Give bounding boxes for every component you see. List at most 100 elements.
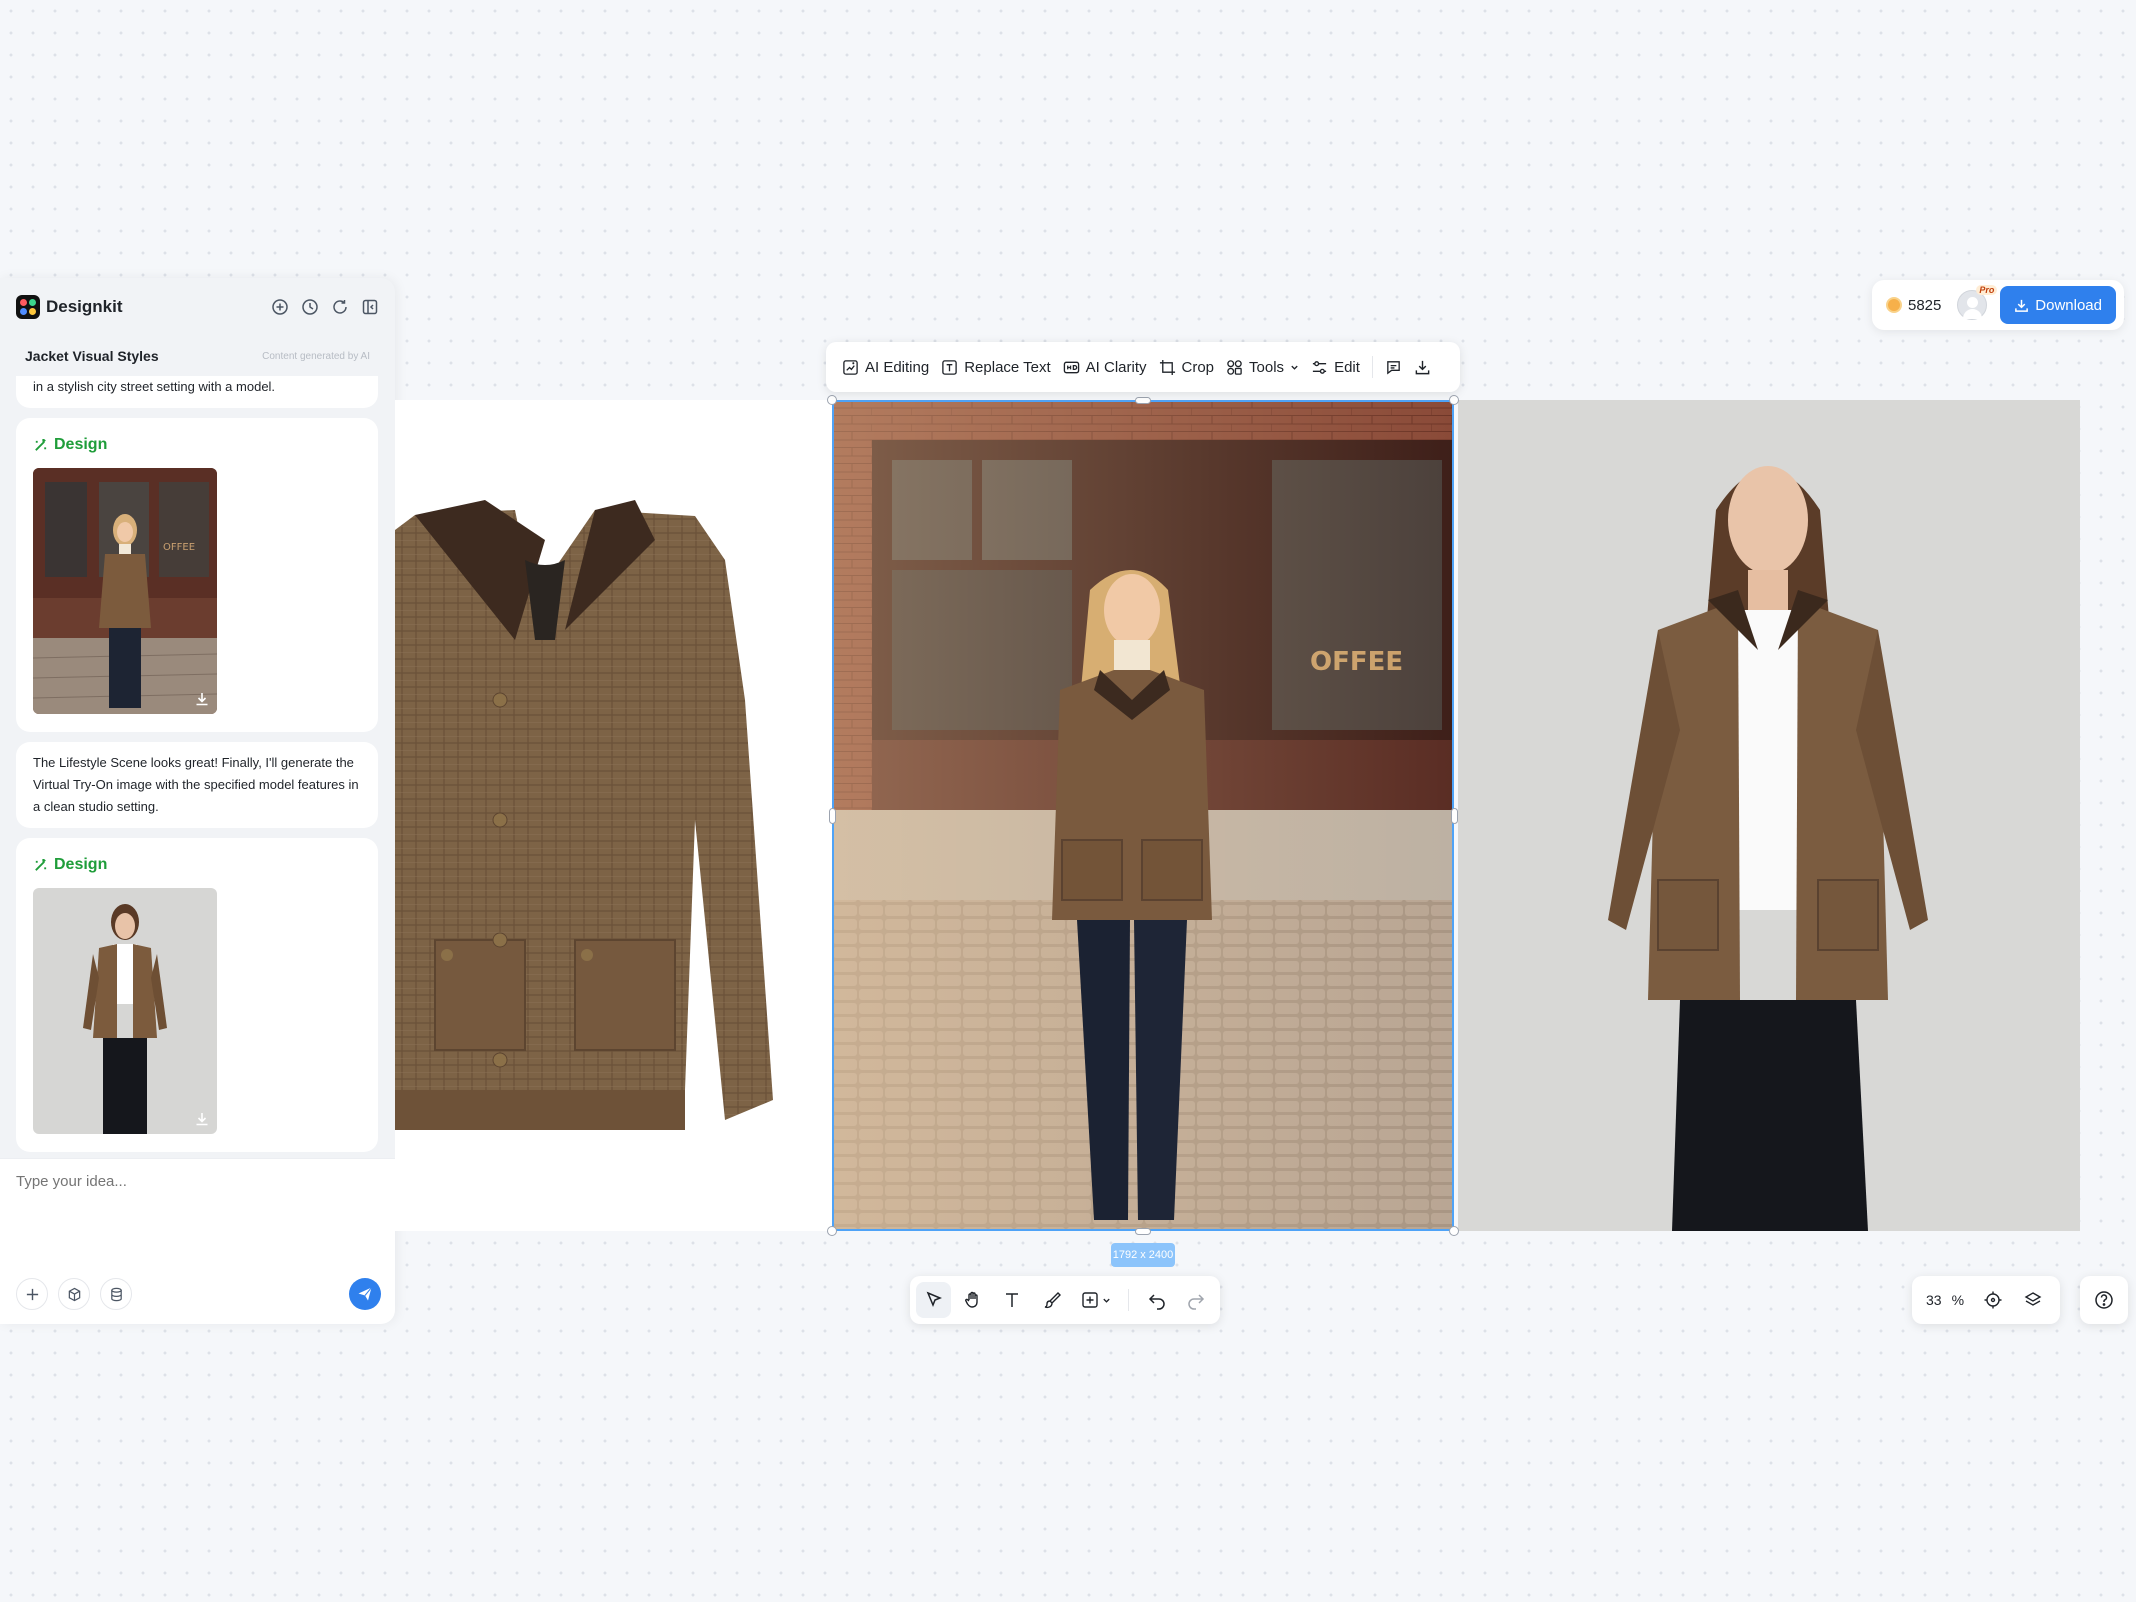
chevron-down-icon xyxy=(1103,1298,1110,1303)
hd-icon xyxy=(1063,361,1079,373)
chat-message: in a stylish city street setting with a … xyxy=(16,376,378,408)
download-icon xyxy=(2015,299,2029,312)
undo-button[interactable] xyxy=(1139,1282,1174,1318)
sliders-icon xyxy=(1312,360,1327,374)
send-icon xyxy=(358,1287,372,1301)
toolbar-divider xyxy=(1371,356,1373,378)
design-result-card: Design xyxy=(16,838,378,1152)
magic-wand-icon xyxy=(35,438,47,451)
svg-text:OFFEE: OFFEE xyxy=(163,542,195,553)
hand-icon xyxy=(965,1291,978,1308)
ai-edit-icon xyxy=(843,359,858,375)
ai-editing-button[interactable]: AI Editing xyxy=(836,349,935,385)
chat-message: The Lifestyle Scene looks great! Finally… xyxy=(16,742,378,828)
canvas-tools xyxy=(910,1276,1220,1324)
undo-icon xyxy=(1148,1294,1165,1310)
message-text: The Lifestyle Scene looks great! Finally… xyxy=(33,755,359,814)
ai-clarity-button[interactable]: AI Clarity xyxy=(1057,349,1153,385)
add-attachment-button[interactable] xyxy=(16,1278,48,1310)
layers-button[interactable] xyxy=(2016,1282,2050,1318)
redo-icon xyxy=(1188,1294,1205,1310)
plus-icon xyxy=(26,1288,38,1300)
design-label: Design xyxy=(33,436,361,454)
text-tool[interactable] xyxy=(995,1282,1030,1318)
project-subheader: Jacket Visual Styles Content generated b… xyxy=(0,336,395,376)
design-result-card: Design OFFEE xyxy=(16,418,378,732)
refresh-icon[interactable] xyxy=(331,298,349,316)
studio-try-on-image[interactable] xyxy=(1458,400,2080,1231)
comment-button[interactable] xyxy=(1379,349,1408,385)
ai-generated-note: Content generated by AI xyxy=(262,350,370,362)
brush-icon xyxy=(1044,1292,1061,1309)
message-text: in a stylish city street setting with a … xyxy=(33,379,276,394)
text-box-icon xyxy=(942,359,957,375)
zoom-level[interactable]: 33 % xyxy=(1920,1292,1970,1308)
panel-header-actions xyxy=(271,298,379,316)
tools-dropdown[interactable]: Tools xyxy=(1220,349,1305,385)
magic-wand-icon xyxy=(35,858,47,871)
assets-button[interactable] xyxy=(100,1278,132,1310)
select-tool[interactable] xyxy=(916,1282,952,1318)
designkit-logo xyxy=(16,295,40,319)
image-toolbar: AI Editing Replace Text AI Clarity Crop … xyxy=(826,342,1460,392)
cube-icon xyxy=(68,1287,80,1301)
resize-handle[interactable] xyxy=(1135,1228,1151,1235)
help-icon xyxy=(2095,1291,2113,1309)
input-tools xyxy=(16,1278,132,1310)
brush-tool[interactable] xyxy=(1034,1282,1069,1318)
fit-to-screen-button[interactable] xyxy=(1976,1282,2010,1318)
new-chat-icon[interactable] xyxy=(271,298,289,316)
download-icon xyxy=(1415,360,1430,374)
hand-tool[interactable] xyxy=(955,1282,990,1318)
insert-dropdown[interactable] xyxy=(1073,1282,1118,1318)
add-box-icon xyxy=(1082,1292,1099,1308)
comment-icon xyxy=(1387,360,1400,374)
download-icon[interactable] xyxy=(193,690,211,708)
history-icon[interactable] xyxy=(301,298,319,316)
coin-icon xyxy=(1886,297,1902,313)
image-size-badge: 1792 x 2400 xyxy=(1111,1243,1175,1267)
design-label: Design xyxy=(33,856,361,874)
download-button[interactable]: Download xyxy=(2000,286,2116,324)
resize-handle[interactable] xyxy=(827,395,837,405)
credits-display[interactable]: 5825 xyxy=(1880,297,1947,314)
replace-text-button[interactable]: Replace Text xyxy=(935,349,1056,385)
virtual-try-on-thumbnail[interactable] xyxy=(33,888,217,1134)
edit-button[interactable]: Edit xyxy=(1305,349,1366,385)
pro-badge: Pro xyxy=(1976,285,1998,295)
account-bar: 5825 Pro Download xyxy=(1872,280,2124,330)
cursor-icon xyxy=(926,1291,942,1307)
text-icon xyxy=(1006,1293,1019,1307)
redo-button[interactable] xyxy=(1179,1282,1214,1318)
resize-handle[interactable] xyxy=(827,1226,837,1236)
lifestyle-scene-thumbnail[interactable]: OFFEE xyxy=(33,468,217,714)
zoom-controls: 33 % xyxy=(1912,1276,2060,1324)
chevron-down-icon xyxy=(1291,365,1298,370)
resize-handle[interactable] xyxy=(1449,1226,1459,1236)
model-select-button[interactable] xyxy=(58,1278,90,1310)
panel-header: Designkit xyxy=(0,278,395,336)
layers-icon xyxy=(2024,1292,2042,1306)
brand-name: Designkit xyxy=(46,297,123,316)
resize-handle[interactable] xyxy=(1451,808,1458,824)
crop-icon xyxy=(1159,359,1175,375)
resize-handle[interactable] xyxy=(1135,397,1151,404)
collapse-panel-icon[interactable] xyxy=(361,298,379,316)
help-button[interactable] xyxy=(2080,1276,2128,1324)
image-download-button[interactable] xyxy=(1408,349,1437,385)
crop-button[interactable]: Crop xyxy=(1153,349,1221,385)
product-jacket-image[interactable] xyxy=(395,400,833,1231)
resize-handle[interactable] xyxy=(829,808,836,824)
database-icon xyxy=(110,1287,122,1301)
chat-panel: Designkit Jacket Visual Styles Content g… xyxy=(0,278,395,1324)
chat-messages[interactable]: in a stylish city street setting with a … xyxy=(16,376,378,1166)
chat-input[interactable] xyxy=(16,1173,376,1190)
download-icon[interactable] xyxy=(193,1110,211,1128)
resize-handle[interactable] xyxy=(1449,395,1459,405)
lifestyle-street-image[interactable]: OFFEE xyxy=(832,400,1454,1231)
avatar[interactable]: Pro xyxy=(1957,285,1998,320)
crosshair-icon xyxy=(1984,1291,2002,1309)
toolbar-divider xyxy=(1128,1289,1130,1311)
send-button[interactable] xyxy=(349,1278,381,1310)
project-title: Jacket Visual Styles xyxy=(25,348,159,364)
